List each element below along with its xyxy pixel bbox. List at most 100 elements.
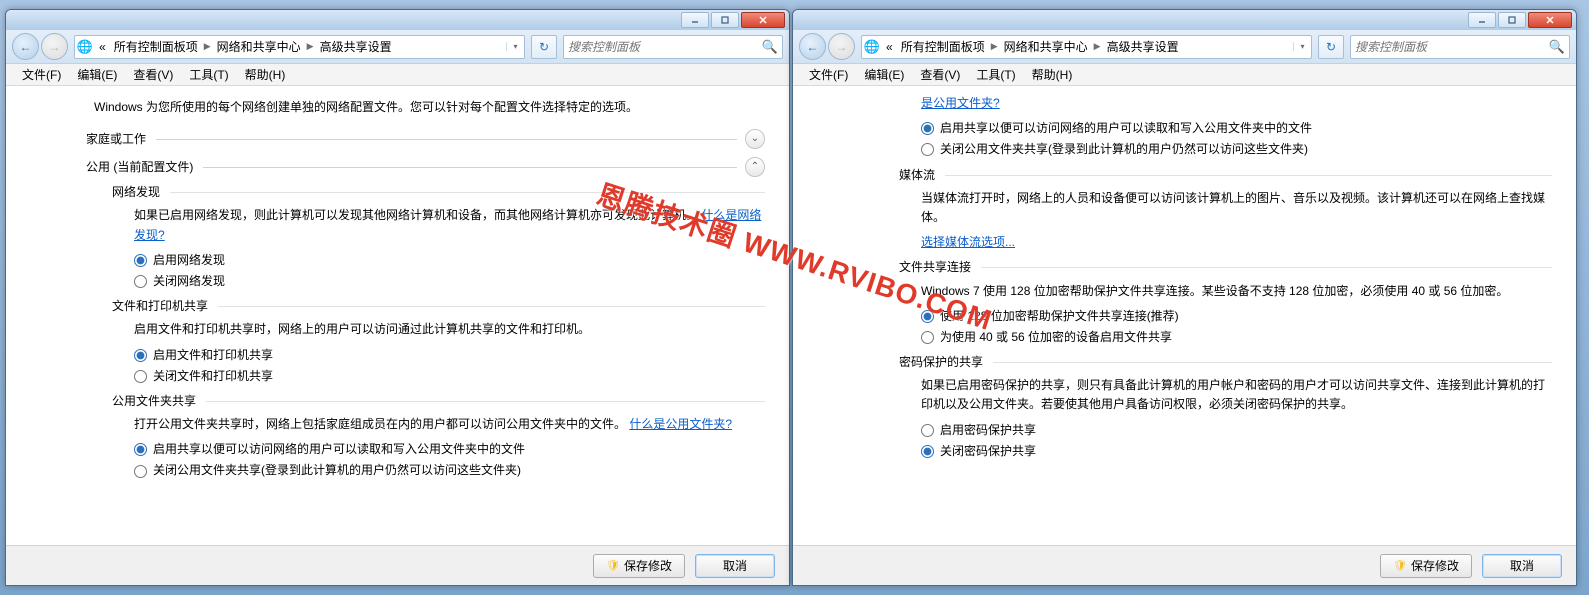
search-box[interactable]: 🔍 bbox=[1350, 35, 1570, 59]
content-pane[interactable]: Windows 为您所使用的每个网络创建单独的网络配置文件。您可以针对每个配置文… bbox=[6, 86, 789, 545]
menu-tools[interactable]: 工具(T) bbox=[181, 66, 236, 83]
divider bbox=[945, 175, 1552, 176]
search-input[interactable] bbox=[1355, 40, 1549, 54]
desc-text: Windows 7 使用 128 位加密帮助保护文件共享连接。某些设备不支持 1… bbox=[921, 282, 1552, 301]
crumb-advanced-sharing[interactable]: 高级共享设置 bbox=[316, 38, 396, 55]
maximize-button[interactable] bbox=[1498, 12, 1526, 28]
chevron-right-icon: ▶ bbox=[305, 41, 316, 52]
radio-pw-on[interactable]: 启用密码保护共享 bbox=[921, 421, 1552, 440]
save-button[interactable]: 🛡保存修改 bbox=[1380, 554, 1472, 578]
desc-text: 启用文件和打印机共享时，网络上的用户可以访问通过此计算机共享的文件和打印机。 bbox=[134, 320, 765, 339]
menu-edit[interactable]: 编辑(E) bbox=[856, 66, 912, 83]
menu-file[interactable]: 文件(F) bbox=[801, 66, 856, 83]
menubar: 文件(F) 编辑(E) 查看(V) 工具(T) 帮助(H) bbox=[793, 64, 1576, 86]
divider bbox=[170, 192, 765, 193]
crumb-all-cp[interactable]: 所有控制面板项 bbox=[110, 38, 202, 55]
group-home-label: 家庭或工作 bbox=[86, 130, 146, 149]
radio-enc128[interactable]: 使用 128 位加密帮助保护文件共享连接(推荐) bbox=[921, 307, 1552, 326]
navbar: ← → 🌐 « 所有控制面板项 ▶ 网络和共享中心 ▶ 高级共享设置 ▾ ↻ 🔍 bbox=[793, 30, 1576, 64]
forward-button[interactable]: → bbox=[41, 33, 68, 60]
crumb-network-center[interactable]: 网络和共享中心 bbox=[213, 38, 305, 55]
section-network-discovery: 网络发现 bbox=[112, 183, 160, 202]
menu-help[interactable]: 帮助(H) bbox=[1024, 66, 1081, 83]
intro-text: Windows 为您所使用的每个网络创建单独的网络配置文件。您可以针对每个配置文… bbox=[94, 98, 765, 117]
minimize-button[interactable] bbox=[1468, 12, 1496, 28]
desc-text: 打开公用文件夹共享时，网络上包括家庭组成员在内的用户都可以访问公用文件夹中的文件… bbox=[134, 415, 765, 434]
titlebar bbox=[793, 10, 1576, 30]
radio-fp-off[interactable]: 关闭文件和打印机共享 bbox=[134, 367, 765, 386]
footer: 🛡保存修改 取消 bbox=[793, 545, 1576, 585]
menu-view[interactable]: 查看(V) bbox=[125, 66, 181, 83]
desc-text: 当媒体流打开时，网络上的人员和设备便可以访问该计算机上的图片、音乐以及视频。该计… bbox=[921, 189, 1552, 227]
menu-file[interactable]: 文件(F) bbox=[14, 66, 69, 83]
crumb-pre[interactable]: « bbox=[95, 40, 110, 54]
section-fileshare-conn: 文件共享连接 bbox=[899, 258, 971, 277]
group-home[interactable]: 家庭或工作 ⌄ bbox=[86, 129, 765, 149]
cancel-button[interactable]: 取消 bbox=[1482, 554, 1562, 578]
crumb-network-center[interactable]: 网络和共享中心 bbox=[1000, 38, 1092, 55]
menubar: 文件(F) 编辑(E) 查看(V) 工具(T) 帮助(H) bbox=[6, 64, 789, 86]
save-button[interactable]: 🛡保存修改 bbox=[593, 554, 685, 578]
refresh-button[interactable]: ↻ bbox=[531, 35, 557, 59]
link-public-folder-cont[interactable]: 是公用文件夹? bbox=[921, 96, 1000, 110]
chevron-right-icon: ▶ bbox=[202, 41, 213, 52]
navbar: ← → 🌐 « 所有控制面板项 ▶ 网络和共享中心 ▶ 高级共享设置 ▾ ↻ 🔍 bbox=[6, 30, 789, 64]
refresh-button[interactable]: ↻ bbox=[1318, 35, 1344, 59]
crumb-pre[interactable]: « bbox=[882, 40, 897, 54]
section-media-stream: 媒体流 bbox=[899, 166, 935, 185]
link-media-options[interactable]: 选择媒体流选项... bbox=[921, 235, 1015, 249]
minimize-button[interactable] bbox=[681, 12, 709, 28]
shield-icon: 🛡 bbox=[606, 559, 620, 572]
shield-icon: 🛡 bbox=[1393, 559, 1407, 572]
search-icon[interactable]: 🔍 bbox=[1549, 39, 1565, 55]
crumb-advanced-sharing[interactable]: 高级共享设置 bbox=[1103, 38, 1183, 55]
globe-icon: 🌐 bbox=[862, 39, 882, 55]
address-dropdown[interactable]: ▾ bbox=[506, 42, 524, 51]
chevron-up-icon[interactable]: ⌃ bbox=[745, 157, 765, 177]
close-button[interactable] bbox=[741, 12, 785, 28]
menu-edit[interactable]: 编辑(E) bbox=[69, 66, 125, 83]
radio-enc4056[interactable]: 为使用 40 或 56 位加密的设备启用文件共享 bbox=[921, 328, 1552, 347]
divider bbox=[218, 306, 765, 307]
menu-help[interactable]: 帮助(H) bbox=[237, 66, 294, 83]
divider bbox=[203, 167, 737, 168]
close-button[interactable] bbox=[1528, 12, 1572, 28]
forward-button[interactable]: → bbox=[828, 33, 855, 60]
desc-text: 如果已启用网络发现，则此计算机可以发现其他网络计算机和设备，而其他网络计算机亦可… bbox=[134, 206, 765, 244]
cancel-button[interactable]: 取消 bbox=[695, 554, 775, 578]
chevron-right-icon: ▶ bbox=[989, 41, 1000, 52]
address-dropdown[interactable]: ▾ bbox=[1293, 42, 1311, 51]
search-input[interactable] bbox=[568, 40, 762, 54]
content-pane[interactable]: 是公用文件夹? 启用共享以便可以访问网络的用户可以读取和写入公用文件夹中的文件 … bbox=[793, 86, 1576, 545]
divider bbox=[156, 139, 737, 140]
radio-pf-on[interactable]: 启用共享以便可以访问网络的用户可以读取和写入公用文件夹中的文件 bbox=[134, 440, 765, 459]
address-bar[interactable]: 🌐 « 所有控制面板项 ▶ 网络和共享中心 ▶ 高级共享设置 ▾ bbox=[861, 35, 1312, 59]
crumb-all-cp[interactable]: 所有控制面板项 bbox=[897, 38, 989, 55]
group-public[interactable]: 公用 (当前配置文件) ⌃ bbox=[86, 157, 765, 177]
window-right: ← → 🌐 « 所有控制面板项 ▶ 网络和共享中心 ▶ 高级共享设置 ▾ ↻ 🔍… bbox=[792, 9, 1577, 586]
address-bar[interactable]: 🌐 « 所有控制面板项 ▶ 网络和共享中心 ▶ 高级共享设置 ▾ bbox=[74, 35, 525, 59]
desc-text: 如果已启用密码保护的共享，则只有具备此计算机的用户帐户和密码的用户才可以访问共享… bbox=[921, 376, 1552, 414]
search-box[interactable]: 🔍 bbox=[563, 35, 783, 59]
back-button[interactable]: ← bbox=[12, 33, 39, 60]
radio-pw-off[interactable]: 关闭密码保护共享 bbox=[921, 442, 1552, 461]
footer: 🛡保存修改 取消 bbox=[6, 545, 789, 585]
search-icon[interactable]: 🔍 bbox=[762, 39, 778, 55]
radio-nd-on[interactable]: 启用网络发现 bbox=[134, 251, 765, 270]
globe-icon: 🌐 bbox=[75, 39, 95, 55]
group-public-label: 公用 (当前配置文件) bbox=[86, 158, 193, 177]
maximize-button[interactable] bbox=[711, 12, 739, 28]
chevron-right-icon: ▶ bbox=[1092, 41, 1103, 52]
menu-tools[interactable]: 工具(T) bbox=[968, 66, 1023, 83]
radio-pf-off[interactable]: 关闭公用文件夹共享(登录到此计算机的用户仍然可以访问这些文件夹) bbox=[921, 140, 1552, 159]
chevron-down-icon[interactable]: ⌄ bbox=[745, 129, 765, 149]
radio-pf-off[interactable]: 关闭公用文件夹共享(登录到此计算机的用户仍然可以访问这些文件夹) bbox=[134, 461, 765, 480]
link-what-is-pf[interactable]: 什么是公用文件夹? bbox=[629, 417, 732, 431]
radio-pf-on[interactable]: 启用共享以便可以访问网络的用户可以读取和写入公用文件夹中的文件 bbox=[921, 119, 1552, 138]
radio-nd-off[interactable]: 关闭网络发现 bbox=[134, 272, 765, 291]
window-left: ← → 🌐 « 所有控制面板项 ▶ 网络和共享中心 ▶ 高级共享设置 ▾ ↻ 🔍… bbox=[5, 9, 790, 586]
back-button[interactable]: ← bbox=[799, 33, 826, 60]
section-public-folder: 公用文件夹共享 bbox=[112, 392, 196, 411]
menu-view[interactable]: 查看(V) bbox=[912, 66, 968, 83]
radio-fp-on[interactable]: 启用文件和打印机共享 bbox=[134, 346, 765, 365]
